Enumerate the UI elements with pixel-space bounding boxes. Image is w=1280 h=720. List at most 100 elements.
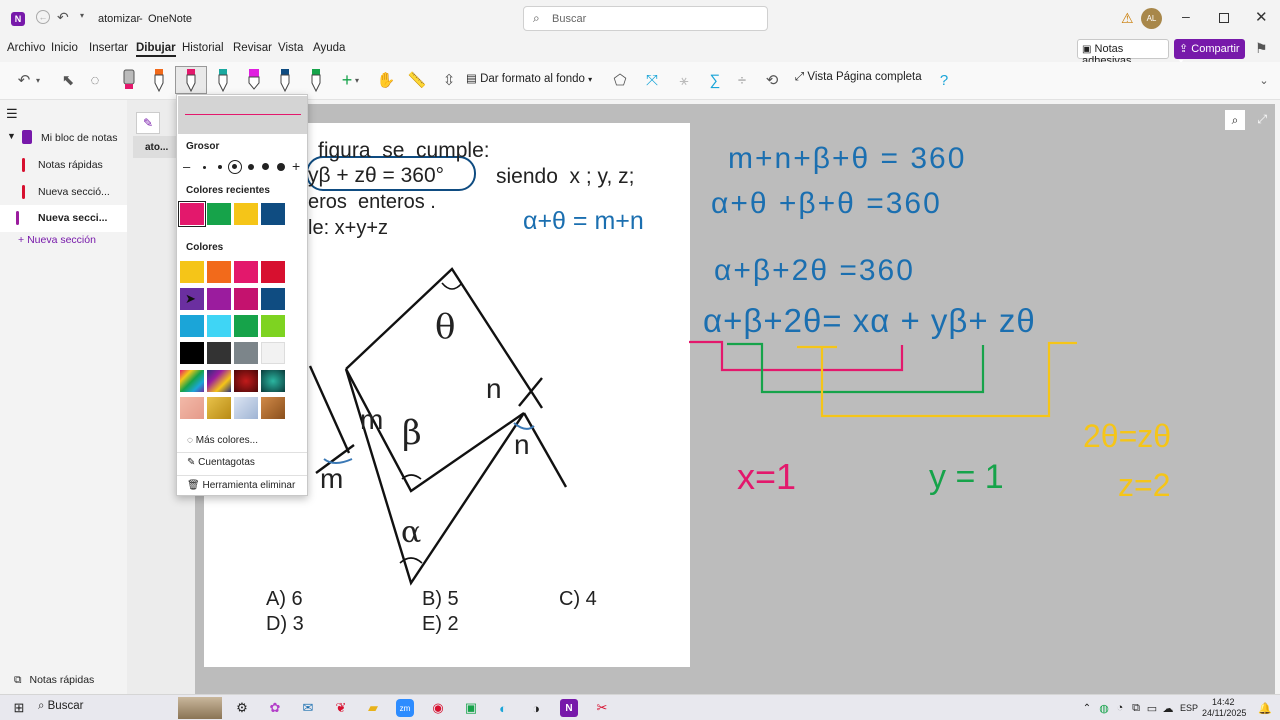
taskbar-search[interactable]: ⌕ Buscar (38, 700, 83, 713)
palette-swatch[interactable] (207, 315, 231, 337)
pen-blue-icon[interactable] (271, 66, 299, 94)
edge-icon[interactable]: ◐ (494, 699, 512, 717)
taskbar-widget-image[interactable] (178, 697, 222, 719)
palette-swatch[interactable] (261, 288, 285, 310)
palette-swatch[interactable] (207, 288, 231, 310)
close-button[interactable]: ✕ (1255, 8, 1268, 26)
feedback-icon[interactable]: ⚑ (1255, 40, 1268, 57)
palette-swatch[interactable] (180, 261, 204, 283)
more-colors-button[interactable]: ◌ Más colores... (177, 431, 307, 451)
add-section-button[interactable]: + Nueva sección (18, 234, 96, 246)
palette-swatch[interactable] (180, 315, 204, 337)
swatch-rainbow[interactable] (180, 370, 204, 392)
math-icon[interactable]: ∑ (701, 66, 729, 94)
swatch-rose-gold[interactable] (180, 397, 204, 419)
settings-icon[interactable]: ⚙ (233, 699, 251, 717)
app-icon-red[interactable]: ❦ (332, 699, 350, 717)
clock-date[interactable]: 24/11/2025 (1202, 708, 1246, 718)
eyedropper-button[interactable]: ✎ Cuentagotas (177, 452, 307, 472)
section-nueva-seccion-2[interactable]: Nueva secci... (0, 205, 127, 232)
palette-swatch[interactable] (207, 261, 231, 283)
palette-swatch[interactable] (234, 288, 258, 310)
menu-vista[interactable]: Vista (278, 42, 303, 54)
tray-icon-5[interactable]: ☁ (1159, 699, 1177, 717)
back-icon[interactable]: ← (36, 10, 50, 24)
onenote-taskbar-icon[interactable]: N (560, 699, 578, 717)
expand-icon[interactable]: ⤢ (1257, 112, 1267, 127)
menu-historial[interactable]: Historial (182, 42, 224, 54)
format-background-button[interactable]: ▤ Dar formato al fondo ▾ (466, 71, 592, 85)
menu-archivo[interactable]: Archivo (7, 42, 45, 54)
canvas-search-icon[interactable]: ⌕ (1225, 110, 1245, 130)
swatch-silver[interactable] (234, 397, 258, 419)
highlighter-magenta-icon[interactable] (240, 66, 268, 94)
undo-icon[interactable]: ↶ (57, 9, 69, 26)
shapes-icon[interactable]: ⬠ (606, 66, 634, 94)
tray-overflow-icon[interactable]: ⌃ (1078, 699, 1096, 717)
swatch-lava[interactable] (234, 370, 258, 392)
touch-draw-icon[interactable]: ✋ (372, 66, 400, 94)
sticky-notes-button[interactable]: ▣ Notas adhesivas (1077, 39, 1169, 67)
share-button[interactable]: ⇪ Compartir ▾ (1174, 39, 1245, 66)
add-pen-dropdown-icon[interactable]: ▾ (351, 66, 363, 94)
swatch-ocean[interactable] (261, 370, 285, 392)
keyboard-language[interactable]: ESP (1180, 703, 1198, 713)
thickness-increase-icon[interactable]: + (292, 158, 300, 174)
recent-swatch[interactable] (178, 201, 206, 227)
notebook-collapse-icon[interactable]: ▼ (7, 131, 16, 141)
menu-insertar[interactable]: Insertar (89, 42, 128, 54)
palette-swatch[interactable] (180, 342, 204, 364)
zoom-icon[interactable]: zm (396, 699, 414, 717)
section-nueva-seccion-1[interactable]: Nueva secció... (0, 179, 127, 206)
pen-green2-icon[interactable] (302, 66, 330, 94)
palette-swatch[interactable] (234, 261, 258, 283)
maximize-button[interactable] (1219, 13, 1229, 23)
help-icon[interactable]: ? (930, 66, 958, 94)
insert-space-icon[interactable]: ⇳ (435, 66, 463, 94)
palette-swatch[interactable] (261, 342, 285, 364)
ink-to-text-icon[interactable]: ⚹ (670, 66, 698, 94)
hamburger-icon[interactable]: ☰ (6, 106, 18, 122)
undo-dropdown-icon[interactable]: ▾ (31, 66, 45, 94)
pen-orange-icon[interactable] (145, 66, 173, 94)
menu-revisar[interactable]: Revisar (233, 42, 272, 54)
quick-access-dropdown-icon[interactable]: ▾ (80, 11, 84, 20)
copilot-icon[interactable]: ✿ (266, 699, 284, 717)
thickness-3-selected[interactable] (228, 160, 242, 174)
snipping-tool-icon[interactable]: ✂ (593, 699, 611, 717)
windows-start-icon[interactable]: ⊞ (10, 699, 28, 717)
lasso-tool-icon[interactable]: ◌ (81, 66, 109, 94)
recent-swatch[interactable] (261, 203, 285, 225)
eraser-tool-button[interactable]: 🗑 Herramienta eliminar (177, 475, 307, 495)
palette-swatch[interactable] (207, 342, 231, 364)
menu-dibujar[interactable]: Dibujar (136, 42, 176, 57)
minimize-button[interactable]: – (1182, 8, 1190, 24)
app-icon-dark[interactable]: ◑ (527, 699, 545, 717)
chrome-icon[interactable]: ◉ (429, 699, 447, 717)
recent-swatch[interactable] (234, 203, 258, 225)
swatch-bronze[interactable] (261, 397, 285, 419)
ink-math-icon[interactable]: ÷ (728, 66, 756, 94)
file-explorer-icon[interactable]: ▰ (364, 699, 382, 717)
ruler-icon[interactable]: 📏 (403, 66, 431, 94)
eraser-pen-icon[interactable] (115, 66, 143, 94)
ink-to-shape-icon[interactable]: ⤧ (638, 66, 666, 94)
clock-time[interactable]: 14:42 (1212, 697, 1235, 707)
ribbon-expand-icon[interactable]: ⌄ (1250, 66, 1278, 94)
full-page-view-button[interactable]: ⤢ Vista Página completa (795, 71, 922, 84)
outlook-icon[interactable]: ✉ (299, 699, 317, 717)
thickness-4[interactable] (248, 164, 254, 170)
quick-notes-footer[interactable]: ⧉ Notas rápidas (14, 674, 94, 687)
recent-swatch[interactable] (207, 203, 231, 225)
section-notas-rapidas[interactable]: Notas rápidas (0, 152, 127, 179)
avatar[interactable]: AL (1141, 8, 1162, 29)
pen-pink-selected-icon[interactable] (175, 66, 207, 94)
select-tool-icon[interactable]: ⬉ (54, 66, 82, 94)
palette-swatch[interactable] (234, 342, 258, 364)
app-icon-green[interactable]: ▣ (462, 699, 480, 717)
swatch-galaxy[interactable] (207, 370, 231, 392)
swatch-gold[interactable] (207, 397, 231, 419)
thickness-6[interactable] (277, 163, 285, 171)
thickness-2[interactable] (218, 165, 222, 169)
replay-icon[interactable]: ⟲ (758, 66, 786, 94)
